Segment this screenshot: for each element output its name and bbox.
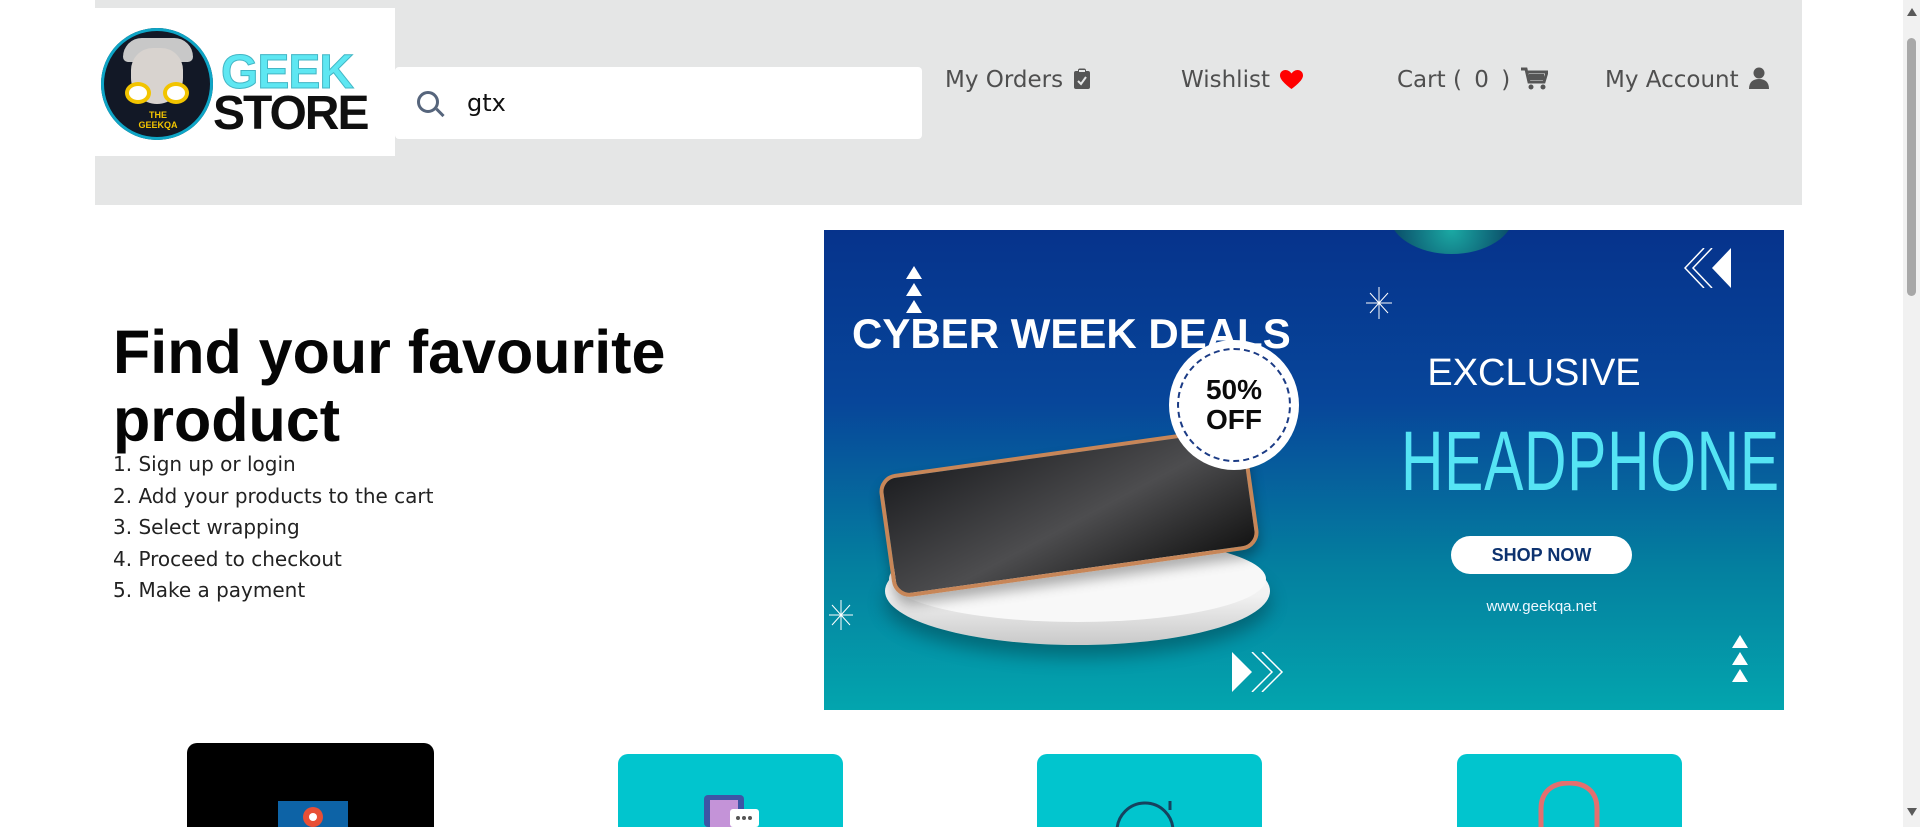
glasses-icon [125, 82, 189, 106]
step-item: 2. Add your products to the cart [113, 483, 434, 508]
category-card-watch[interactable] [1037, 754, 1262, 827]
wishlist-link[interactable]: Wishlist [1181, 67, 1304, 99]
search-icon[interactable] [417, 91, 439, 113]
my-orders-link[interactable]: My Orders [945, 67, 1091, 99]
orb-decoration [1389, 230, 1514, 254]
step-item: 1. Sign up or login [113, 452, 296, 476]
wishlist-label: Wishlist [1181, 67, 1270, 93]
hero-title: Find your favourite product [113, 317, 666, 454]
cart-label: Cart [1397, 67, 1446, 93]
watch-icon [1115, 801, 1175, 827]
cart-count: 0 [1474, 67, 1489, 93]
promo-banner[interactable]: CYBER WEEK DEALS 50% OFF EXCLUSIVE HEADP… [824, 230, 1784, 710]
headphone-heading: HEADPHONE [1401, 414, 1780, 508]
headphones-icon [1538, 781, 1600, 827]
user-icon [1748, 67, 1769, 89]
category-card-phone[interactable] [618, 754, 843, 827]
cart-icon [1520, 67, 1548, 90]
discount-badge: 50% OFF [1169, 340, 1299, 470]
my-orders-label: My Orders [945, 67, 1064, 93]
website-text: www.geekqa.net [1486, 598, 1597, 615]
scrollbar-thumb[interactable] [1907, 38, 1916, 296]
shop-now-button[interactable]: SHOP NOW [1451, 536, 1632, 574]
scroll-down-arrow-icon[interactable] [1907, 808, 1917, 816]
step-item: 3. Select wrapping [113, 515, 300, 539]
clipboard-icon [1074, 68, 1091, 89]
monitor-icon [278, 801, 348, 827]
category-card-monitor[interactable] [187, 743, 434, 827]
rewind-arrows-icon [1684, 248, 1731, 288]
forward-arrows-icon [1232, 652, 1284, 692]
triangle-stack-icon [1732, 635, 1748, 686]
geek-store-logo[interactable]: THE GEEKQA GEEK STORE [95, 8, 395, 156]
geek-mascot-icon: THE GEEKQA [101, 28, 213, 140]
step-item: 5. Make a payment [113, 578, 306, 602]
cart-count-wrapper: ( 0 ) [1452, 67, 1511, 93]
vertical-scrollbar[interactable] [1903, 0, 1920, 827]
cart-link[interactable]: Cart ( 0 ) [1397, 67, 1548, 99]
search-box [395, 67, 922, 139]
step-item: 4. Proceed to checkout [113, 546, 342, 571]
logo-store-text: STORE [213, 87, 369, 140]
logo-mark-text: THE GEEKQA [138, 110, 178, 130]
steps-list: 1. Sign up or login 2. Add your products… [113, 449, 433, 607]
my-account-label: My Account [1605, 67, 1739, 93]
exclusive-label: EXCLUSIVE [1427, 352, 1641, 394]
my-account-link[interactable]: My Account [1605, 67, 1769, 99]
discount-text: 50% OFF [1205, 374, 1263, 435]
search-input[interactable] [465, 79, 909, 127]
phone-chat-icon [704, 795, 759, 827]
scroll-up-arrow-icon[interactable] [1907, 8, 1917, 16]
heart-icon [1280, 70, 1304, 89]
category-card-headphones[interactable] [1457, 754, 1682, 827]
sparkle-icon [829, 600, 853, 630]
sparkle-icon [1366, 287, 1392, 319]
